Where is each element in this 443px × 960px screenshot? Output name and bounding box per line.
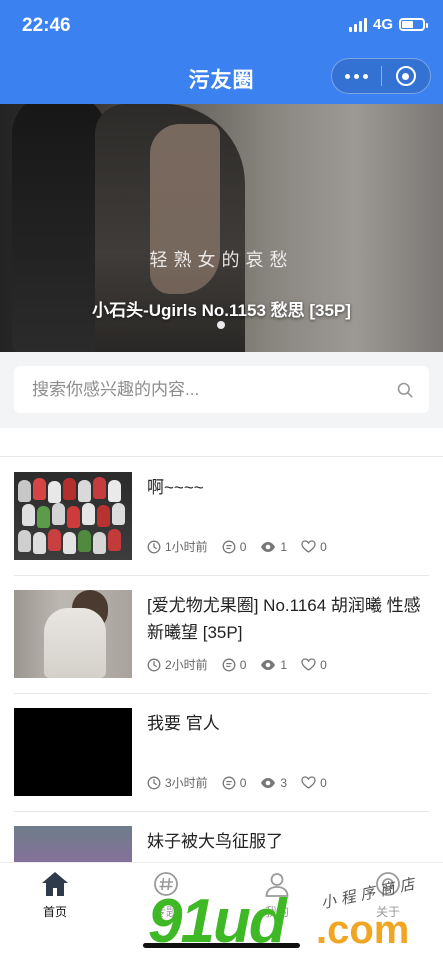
comment-count: 0 — [239, 775, 247, 790]
user-icon — [265, 873, 289, 897]
post-time-text: 1小时前 — [165, 540, 208, 554]
post-views: 3 — [260, 776, 287, 790]
tab-home[interactable]: 首页 — [0, 871, 110, 920]
hashtag-icon — [154, 872, 178, 896]
network-label: 4G — [372, 16, 393, 33]
post-title: 妹子被大鸟征服了 — [147, 832, 283, 851]
view-count: 1 — [280, 539, 288, 554]
post-comments: 0 — [222, 775, 247, 790]
more-options-button[interactable] — [332, 73, 381, 79]
post-time: 1小时前 — [147, 538, 208, 555]
target-icon — [395, 66, 416, 86]
banner-subtitle: 轻熟女的哀愁 — [149, 250, 294, 270]
tab-label: 首页 — [42, 905, 67, 919]
eye-icon — [261, 777, 276, 788]
clock-icon — [147, 540, 161, 553]
clock-icon — [147, 658, 161, 671]
post-meta: 2小时前 0 1 0 — [147, 656, 341, 673]
list-item[interactable]: 啊~~~~ 1小时前 0 1 0 — [14, 458, 429, 576]
tab-topics[interactable]: 专题 — [111, 871, 221, 920]
post-thumbnail — [14, 472, 132, 560]
post-thumbnail — [14, 708, 132, 796]
post-views: 1 — [260, 540, 287, 554]
tab-label: 专题 — [153, 905, 178, 919]
close-miniprogram-button[interactable] — [381, 66, 430, 86]
tab-profile[interactable]: 我的 — [222, 871, 332, 920]
list-item[interactable]: 我要 官人 3小时前 0 3 0 — [14, 694, 429, 812]
view-count: 1 — [280, 657, 288, 672]
comment-icon — [222, 776, 236, 789]
post-title: 我要 官人 — [147, 714, 220, 733]
post-meta: 3小时前 0 3 0 — [147, 774, 341, 791]
tab-label: 我的 — [264, 905, 289, 919]
eye-icon — [261, 659, 276, 670]
list-item[interactable]: [爱尤物尤果圈] No.1164 胡润曦 性感新曦望 [35P] 2小时前 0 … — [14, 576, 429, 694]
list-divider — [0, 456, 443, 457]
comment-icon — [222, 540, 236, 553]
battery-icon — [399, 18, 428, 31]
signal-icon — [348, 17, 367, 32]
view-count: 3 — [280, 775, 288, 790]
post-views: 1 — [260, 658, 287, 672]
banner-title[interactable]: 小石头-Ugirls No.1153 愁思 [35P] — [0, 296, 443, 321]
post-title: 啊~~~~ — [147, 478, 204, 497]
clock-icon — [147, 776, 161, 789]
status-time: 22:46 — [22, 15, 71, 36]
post-comments: 0 — [222, 657, 247, 672]
heart-icon — [301, 540, 316, 553]
search-area — [0, 352, 443, 428]
nav-bar: 污友圈 — [0, 52, 443, 104]
like-count: 0 — [320, 657, 327, 672]
battery-level — [402, 21, 413, 28]
search-box — [14, 366, 429, 413]
like-count: 0 — [320, 775, 327, 790]
tab-label: 关于 — [375, 905, 400, 919]
comment-count: 0 — [239, 657, 247, 672]
home-icon — [42, 872, 68, 896]
post-time: 2小时前 — [147, 656, 208, 673]
home-indicator — [143, 943, 300, 948]
post-likes[interactable]: 0 — [301, 776, 327, 790]
comment-icon — [222, 658, 236, 671]
tab-about[interactable]: 关于 — [333, 871, 443, 920]
search-icon[interactable] — [397, 382, 413, 398]
eye-icon — [261, 541, 276, 552]
comment-count: 0 — [239, 539, 247, 554]
status-bar: 22:46 4G — [0, 0, 443, 52]
miniprogram-capsule — [331, 58, 431, 94]
post-title: [爱尤物尤果圈] No.1164 胡润曦 性感新曦望 [35P] — [147, 596, 421, 642]
post-comments: 0 — [222, 539, 247, 554]
post-time-text: 3小时前 — [165, 776, 208, 790]
post-thumbnail — [14, 590, 132, 678]
post-likes[interactable]: 0 — [301, 540, 327, 554]
heart-icon — [301, 658, 316, 671]
post-likes[interactable]: 0 — [301, 658, 327, 672]
like-count: 0 — [320, 539, 327, 554]
search-input[interactable] — [32, 366, 382, 413]
post-meta: 1小时前 0 1 0 — [147, 538, 341, 555]
carousel-indicator-dot — [217, 321, 225, 329]
target-icon — [376, 872, 400, 896]
heart-icon — [301, 776, 316, 789]
post-time: 3小时前 — [147, 774, 208, 791]
status-indicators: 4G — [348, 16, 428, 33]
post-time-text: 2小时前 — [165, 658, 208, 672]
